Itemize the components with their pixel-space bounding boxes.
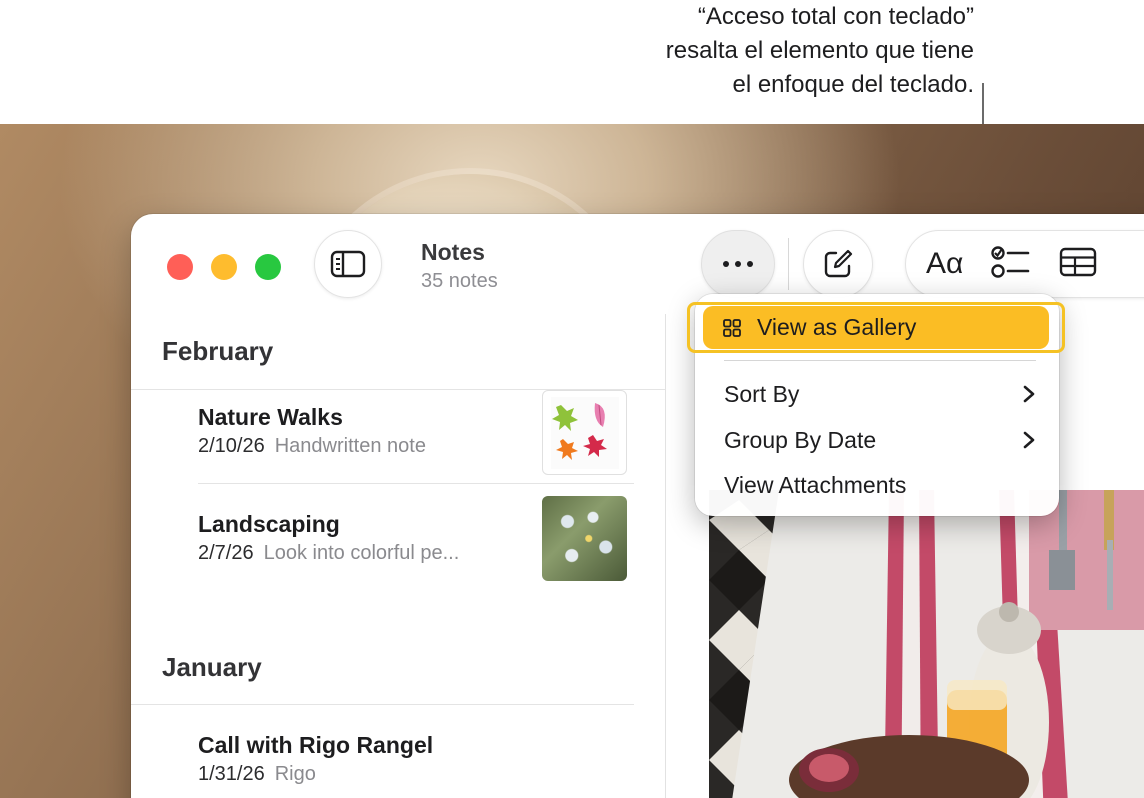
list-item[interactable]: Call with Rigo Rangel 1/31/26 Rigo [198,730,638,788]
row-divider [198,483,634,484]
ellipsis-icon [723,261,753,267]
minimize-window-button[interactable] [211,254,237,280]
notes-list: February Nature Walks 2/10/26 Handwritten… [131,314,665,798]
table-button[interactable] [1059,247,1097,282]
callout-line-3: el enfoque del teclado. [732,71,974,98]
toolbar-divider [788,238,789,290]
callout-text: “Acceso total con teclado” resalta el el… [454,0,974,102]
flowers-thumbnail-image [542,496,627,581]
format-tools-group: Aα [905,230,1144,298]
chevron-right-icon [1023,385,1035,403]
table-icon [1060,247,1097,276]
note-thumbnail-leaves [542,390,627,475]
text-format-button[interactable]: Aα [926,247,963,281]
note-preview: Handwritten note [274,435,426,457]
menu-item-group-by-date[interactable]: Group By Date [724,420,1036,460]
toggle-sidebar-button[interactable] [314,230,382,298]
section-divider [131,704,634,705]
note-date: 1/31/26 [198,763,265,785]
breakfast-table-image [709,490,1144,798]
menu-item-label: View Attachments [724,471,907,498]
menu-separator [724,360,1036,361]
grid-icon [723,318,741,337]
section-header-february: February [162,336,274,366]
checklist-icon [991,245,1030,278]
notes-count: 35 notes [421,270,498,292]
section-header-january: January [162,652,262,682]
close-window-button[interactable] [167,254,193,280]
menu-item-view-as-gallery[interactable]: View as Gallery [703,306,1049,349]
menu-item-sort-by[interactable]: Sort By [724,374,1036,414]
menu-item-view-attachments[interactable]: View Attachments [724,465,1036,505]
maximize-window-button[interactable] [255,254,281,280]
sidebar-icon [330,250,366,278]
callout-line-1: “Acceso total con teclado” [697,3,974,30]
pane-divider [665,314,666,798]
note-preview: Rigo [274,763,316,785]
window-title: Notes [421,239,485,265]
checklist-button[interactable] [991,245,1031,284]
new-note-button[interactable] [803,230,873,298]
leaves-sketch-image [551,397,619,469]
menu-item-label: View as Gallery [757,314,917,340]
note-photo [709,490,1144,798]
window-title-block: Notes 35 notes [421,238,498,294]
menu-item-label: Sort By [724,380,800,407]
note-title: Call with Rigo Rangel [198,732,434,758]
callout-line-2: resalta el elemento que tiene [665,37,974,64]
chevron-right-icon [1023,431,1035,449]
more-options-button[interactable] [701,230,775,298]
note-preview: Look into colorful pe... [263,542,460,564]
note-date: 2/7/26 [198,542,254,564]
compose-icon [824,249,853,278]
note-date: 2/10/26 [198,435,265,457]
menu-item-label: Group By Date [724,426,877,453]
